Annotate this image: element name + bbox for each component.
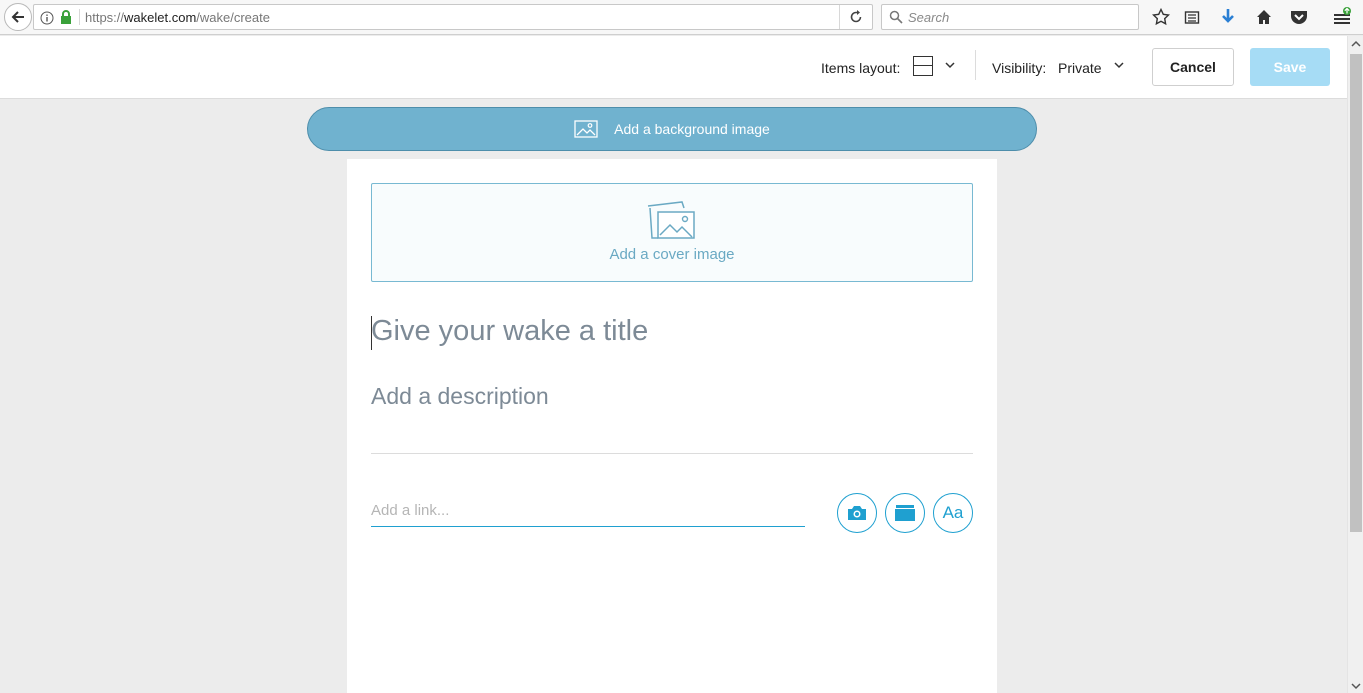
browser-search-bar[interactable]: Search [881, 4, 1139, 30]
save-button[interactable]: Save [1250, 48, 1330, 86]
scroll-down-arrow-icon[interactable] [1351, 682, 1361, 690]
add-photo-button[interactable] [837, 493, 877, 533]
menu-icon[interactable] [1332, 7, 1352, 27]
cover-image-label: Add a cover image [609, 246, 735, 263]
home-icon[interactable] [1254, 7, 1274, 27]
image-icon [574, 120, 598, 138]
add-link-input[interactable]: Add a link... [371, 497, 805, 527]
scrollbar-thumb[interactable] [1350, 54, 1362, 532]
text-icon: Aa [942, 503, 964, 522]
chevron-down-icon[interactable] [1113, 59, 1125, 71]
search-icon [889, 10, 903, 24]
description-input[interactable]: Add a description [371, 383, 549, 410]
back-arrow-icon [11, 11, 24, 23]
url-text[interactable]: https://wakelet.com/wake/create [85, 10, 270, 25]
header-divider [975, 50, 976, 80]
background-image-label: Add a background image [614, 121, 770, 137]
add-file-button[interactable] [885, 493, 925, 533]
add-background-image-button[interactable]: Add a background image [307, 107, 1037, 151]
bookmarks-library-icon[interactable] [1182, 7, 1202, 27]
layout-list-icon[interactable] [913, 56, 933, 76]
back-button[interactable] [4, 3, 32, 31]
reload-icon[interactable] [849, 10, 863, 24]
address-bar[interactable]: https://wakelet.com/wake/create [33, 4, 873, 30]
link-placeholder: Add a link... [371, 502, 450, 519]
visibility-label: Visibility: [992, 60, 1047, 76]
wake-editor-card: Add a cover image Give your wake a title… [347, 159, 997, 693]
browser-toolbar: https://wakelet.com/wake/create Search [0, 0, 1363, 35]
page-scrollbar[interactable] [1347, 36, 1363, 693]
items-layout-label: Items layout: [821, 60, 901, 76]
cover-images-icon [647, 201, 695, 239]
camera-icon [848, 506, 866, 520]
lock-icon [61, 10, 71, 24]
downloads-icon[interactable] [1218, 7, 1238, 27]
pocket-icon[interactable] [1289, 7, 1309, 27]
reload-separator [839, 5, 840, 29]
cancel-button[interactable]: Cancel [1152, 48, 1234, 86]
content-divider [371, 453, 973, 454]
visibility-select[interactable]: Private [1058, 60, 1102, 76]
info-icon[interactable] [40, 11, 54, 25]
app-header: Items layout: Visibility: Private Cancel… [0, 36, 1347, 99]
scroll-up-arrow-icon[interactable] [1351, 40, 1361, 48]
folder-icon [895, 505, 915, 521]
add-text-button[interactable]: Aa [933, 493, 973, 533]
text-caret [371, 316, 372, 350]
title-input[interactable]: Give your wake a title [371, 315, 648, 348]
url-separator [79, 9, 80, 25]
bookmark-star-icon[interactable] [1151, 7, 1171, 27]
chevron-down-icon[interactable] [944, 59, 956, 71]
search-placeholder: Search [908, 10, 950, 25]
add-cover-image-button[interactable]: Add a cover image [371, 183, 973, 282]
